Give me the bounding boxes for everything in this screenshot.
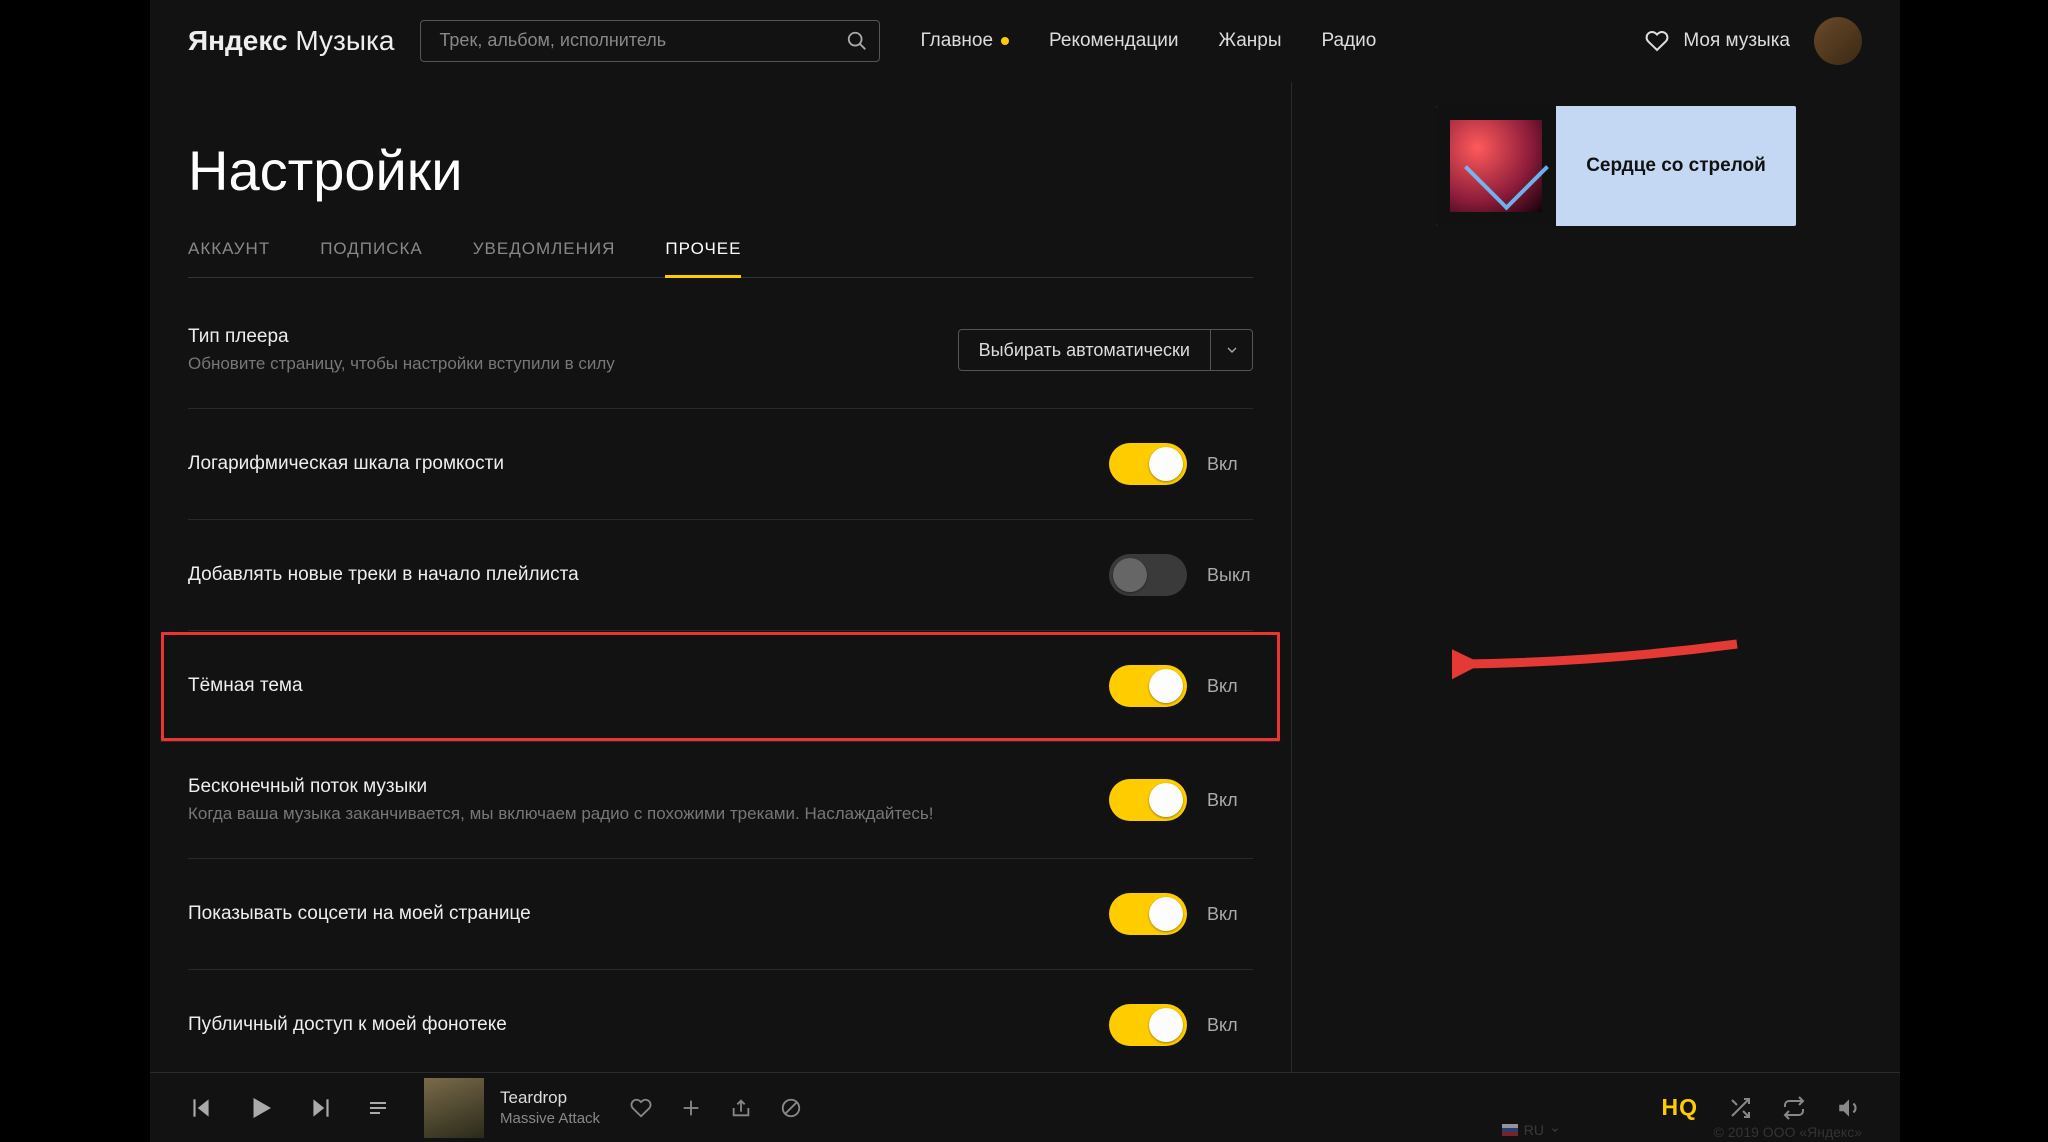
toggle-state: Вкл [1207,1015,1253,1036]
side-panel: Сердце со стрелой [1292,82,1900,1072]
track-artist[interactable]: Massive Attack [500,1110,600,1127]
chevron-down-icon [1210,330,1252,370]
row-title: Добавлять новые треки в начало плейлиста [188,564,579,586]
promo-card[interactable]: Сердце со стрелой [1436,106,1796,226]
copyright: © 2019 ООО «Яндекс» [1714,1124,1862,1140]
row-dark-theme: Тёмная тема Вкл [160,631,1281,742]
volume-icon[interactable] [1836,1095,1862,1121]
logo-word-1: Яндекс [188,25,288,56]
avatar[interactable] [1814,17,1862,65]
share-icon[interactable] [730,1097,752,1119]
tab-other[interactable]: ПРОЧЕЕ [665,239,741,277]
row-title: Бесконечный поток музыки [188,776,933,798]
logo[interactable]: Яндекс Музыка [188,25,394,57]
settings-main: Настройки АККАУНТ ПОДПИСКА УВЕДОМЛЕНИЯ П… [150,82,1292,1072]
toggle-state: Вкл [1207,790,1253,811]
settings-tabs: АККАУНТ ПОДПИСКА УВЕДОМЛЕНИЯ ПРОЧЕЕ [188,239,1253,278]
row-title: Публичный доступ к моей фонотеке [188,1014,507,1036]
toggle-public-lib[interactable] [1109,1004,1187,1046]
next-icon[interactable] [308,1095,334,1121]
lang-selector[interactable]: RU [1502,1122,1560,1138]
play-icon[interactable] [246,1093,276,1123]
row-infinite: Бесконечный поток музыки Когда ваша музы… [188,742,1253,859]
select-value: Выбирать автоматически [959,340,1210,361]
nav-genres[interactable]: Жанры [1218,30,1281,52]
toggle-state: Вкл [1207,676,1253,697]
like-icon[interactable] [630,1097,652,1119]
queue-icon[interactable] [366,1096,390,1120]
row-title: Показывать соцсети на моей странице [188,903,531,925]
toggle-state: Вкл [1207,904,1253,925]
row-subtitle: Обновите страницу, чтобы настройки вступ… [188,354,615,374]
heart-icon[interactable] [1645,29,1669,53]
header: Яндекс Музыка Главное Рекомендации Жанры… [150,0,1900,82]
logo-word-2: Музыка [295,25,394,56]
search-input[interactable] [420,20,880,62]
toggle-add-start[interactable] [1109,554,1187,596]
prev-icon[interactable] [188,1095,214,1121]
add-icon[interactable] [680,1097,702,1119]
player-type-select[interactable]: Выбирать автоматически [958,329,1253,371]
row-title: Тёмная тема [188,675,303,697]
top-nav: Главное Рекомендации Жанры Радио [920,30,1376,52]
toggle-socials[interactable] [1109,893,1187,935]
nav-radio[interactable]: Радио [1321,30,1376,52]
lang-code: RU [1524,1122,1544,1138]
track-cover[interactable] [424,1078,484,1138]
toggle-log-volume[interactable] [1109,443,1187,485]
hq-badge[interactable]: HQ [1662,1094,1699,1121]
page-title: Настройки [188,138,1253,203]
nav-recs[interactable]: Рекомендации [1049,30,1178,52]
nav-main[interactable]: Главное [920,30,1009,52]
toggle-state: Выкл [1207,565,1253,586]
search-icon[interactable] [846,30,868,52]
row-title: Логарифмическая шкала громкости [188,453,504,475]
row-socials: Показывать соцсети на моей странице Вкл [188,859,1253,970]
shuffle-icon[interactable] [1728,1096,1752,1120]
promo-artwork [1436,106,1556,226]
my-music-link[interactable]: Моя музыка [1683,30,1790,52]
row-add-start: Добавлять новые треки в начало плейлиста… [188,520,1253,631]
search-wrap [420,20,880,62]
track-title[interactable]: Teardrop [500,1088,600,1108]
row-log-volume: Логарифмическая шкала громкости Вкл [188,409,1253,520]
promo-text: Сердце со стрелой [1556,106,1796,226]
tab-notifications[interactable]: УВЕДОМЛЕНИЯ [473,239,616,277]
toggle-infinite[interactable] [1109,779,1187,821]
toggle-state: Вкл [1207,454,1253,475]
toggle-dark-theme[interactable] [1109,665,1187,707]
row-public-lib: Публичный доступ к моей фонотеке Вкл [188,970,1253,1072]
block-icon[interactable] [780,1097,802,1119]
player-bar: Teardrop Massive Attack HQ RU [150,1072,1900,1142]
tab-account[interactable]: АККАУНТ [188,239,270,277]
row-title: Тип плеера [188,326,615,348]
tab-subscription[interactable]: ПОДПИСКА [320,239,423,277]
repeat-icon[interactable] [1782,1096,1806,1120]
row-subtitle: Когда ваша музыка заканчивается, мы вклю… [188,804,933,824]
row-player-type: Тип плеера Обновите страницу, чтобы наст… [188,278,1253,409]
